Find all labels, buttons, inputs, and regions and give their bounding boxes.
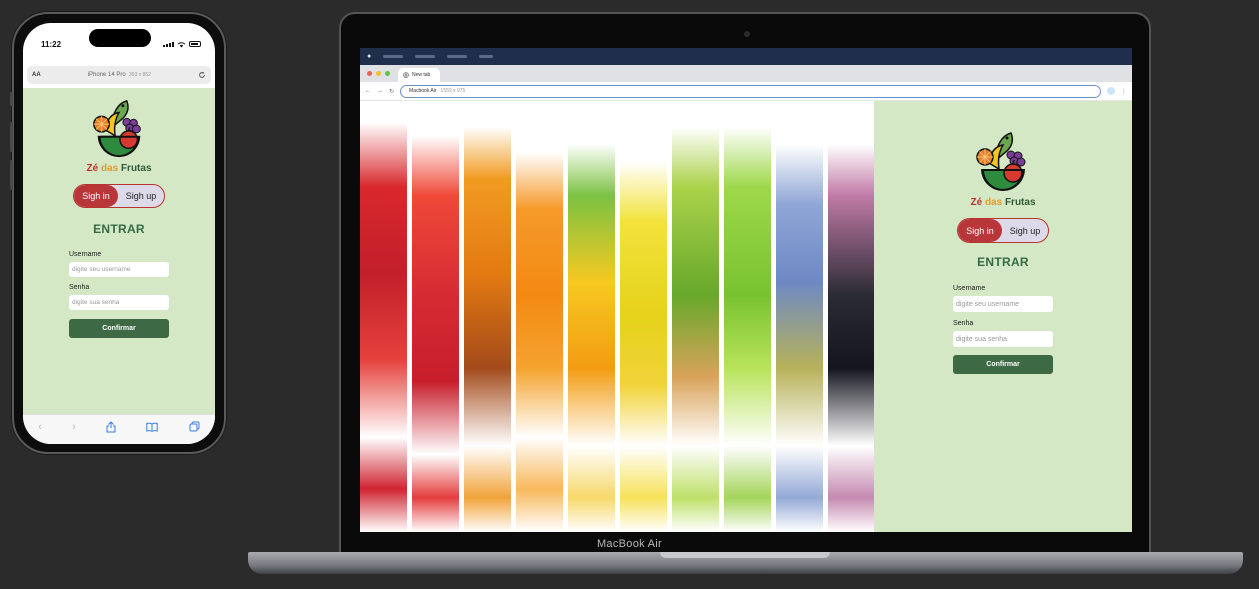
login-form: Username digite seu username Senha digit… (69, 251, 169, 338)
text-size-button[interactable]: AA (32, 72, 41, 78)
login-form: Username digite seu username Senha digit… (953, 285, 1053, 374)
reload-icon[interactable]: ↻ (389, 88, 394, 95)
wifi-icon (177, 41, 186, 47)
signin-tab[interactable]: Sigh in (958, 219, 1002, 242)
username-label: Username (953, 285, 986, 292)
laptop-screen: ● New tab ← → ↻ Macbook Air1559 x 975 ⋮ (360, 48, 1132, 532)
battery-icon (189, 41, 201, 47)
phone-time: 11:22 (41, 39, 62, 49)
dynamic-island (89, 29, 151, 47)
tab-title: New tab (412, 72, 431, 78)
brand-name: Zé das Frutas (86, 163, 152, 174)
iphone-mockup: 11:22 AA iPhone 14 Pro 393 x 852 Zé das … (10, 12, 226, 454)
password-input[interactable]: digite sua senha (69, 295, 169, 310)
back-arrow-icon[interactable]: ← (365, 88, 371, 94)
phone-login-page: Zé das Frutas Sigh in Sigh up ENTRAR Use… (23, 88, 215, 414)
signup-tab[interactable]: Sigh up (1002, 219, 1048, 242)
signup-tab[interactable]: Sigh up (118, 185, 164, 207)
phone-volume-down (10, 160, 13, 190)
page-heading: ENTRAR (93, 222, 145, 236)
fruit-splash-image (360, 101, 874, 532)
browser-toolbar: ← → ↻ Macbook Air 1559 x 975 ⋮ (360, 82, 1132, 101)
username-input[interactable]: digite seu username (69, 262, 169, 277)
webcam (744, 31, 750, 37)
laptop-notch (660, 552, 830, 558)
phone-volume-up (10, 122, 13, 152)
safari-address-bar[interactable]: AA iPhone 14 Pro 393 x 852 (27, 66, 211, 84)
laptop-login-page: Zé das Frutas Sigh in Sigh up ENTRAR Use… (360, 101, 1132, 532)
reload-icon[interactable] (198, 71, 206, 79)
share-icon[interactable] (106, 420, 116, 433)
bookmarks-icon[interactable] (146, 422, 159, 432)
browser-tab[interactable]: New tab (398, 68, 441, 82)
password-label: Senha (953, 320, 974, 327)
laptop-base (248, 552, 1243, 574)
confirm-button[interactable]: Confirmar (953, 355, 1053, 374)
back-chevron-icon[interactable]: ‹ (38, 421, 42, 433)
auth-toggle: Sigh in Sigh up (73, 184, 165, 208)
password-label: Senha (69, 284, 90, 291)
password-input[interactable]: digite sua senha (953, 331, 1053, 347)
login-panel: Zé das Frutas Sigh in Sigh up ENTRAR Use… (874, 101, 1132, 532)
macbook-mockup: ● New tab ← → ↻ Macbook Air1559 x 975 ⋮ (339, 12, 1151, 554)
laptop-model-label: MacBook Air (596, 538, 663, 550)
phone-action-button (10, 92, 13, 106)
username-label: Username (69, 251, 102, 258)
tabs-icon[interactable] (189, 421, 200, 432)
auth-toggle: Sigh in Sigh up (957, 218, 1049, 243)
fruit-basket-logo (93, 99, 141, 158)
phone-screen: 11:22 AA iPhone 14 Pro 393 x 852 Zé das … (23, 23, 215, 444)
signin-tab[interactable]: Sigh in (74, 185, 118, 207)
apple-icon[interactable]: ● (367, 53, 371, 60)
globe-icon (403, 72, 409, 78)
username-input[interactable]: digite seu username (953, 296, 1053, 312)
brand-name: Zé das Frutas (970, 197, 1036, 208)
confirm-button[interactable]: Confirmar (69, 319, 169, 338)
address-text: iPhone 14 Pro 393 x 852 (87, 72, 151, 78)
cell-signal-icon (163, 41, 174, 47)
forward-chevron-icon[interactable]: › (72, 421, 76, 433)
close-window-button[interactable] (367, 71, 372, 76)
safari-bottom-toolbar: ‹ › (23, 414, 215, 444)
maximize-window-button[interactable] (385, 71, 390, 76)
fruit-basket-logo (976, 132, 1026, 191)
minimize-window-button[interactable] (376, 71, 381, 76)
url-bar[interactable]: Macbook Air 1559 x 975 (400, 84, 1101, 98)
browser-menu-icon[interactable]: ⋮ (1121, 88, 1127, 95)
forward-arrow-icon[interactable]: → (377, 88, 383, 94)
page-heading: ENTRAR (977, 255, 1029, 269)
mac-menu-bar: ● (360, 48, 1132, 65)
profile-avatar[interactable] (1107, 87, 1115, 95)
browser-tab-strip: New tab (360, 65, 1132, 82)
